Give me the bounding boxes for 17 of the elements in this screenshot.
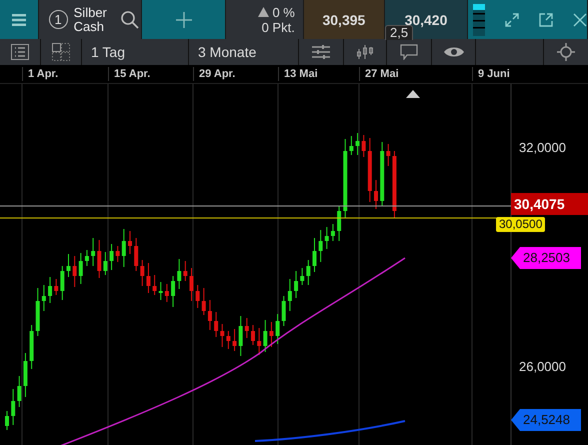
change-points: 0 Pkt. (262, 20, 295, 34)
price-axis-label: 32,0000 (519, 140, 566, 155)
instrument-number: 1 (48, 10, 68, 29)
date-label: 29 Apr. (193, 67, 236, 81)
price-tag: 24,5248 (511, 409, 581, 431)
price-tag: 30,0500 (496, 217, 546, 232)
spread-tooltip: 2,5 (385, 25, 414, 40)
price-tag: 30,4075 (511, 193, 588, 215)
date-label: 9 Juni (472, 67, 510, 81)
price-axis-label: 26,0000 (519, 359, 566, 374)
instrument-name: Silber Cash (74, 6, 108, 34)
date-label: 1 Apr. (22, 67, 58, 81)
price-tag: 28,2503 (511, 247, 581, 269)
date-label: 15 Apr. (108, 67, 150, 81)
date-label: 13 Mai (278, 67, 318, 81)
change-percent: 0 % (272, 4, 295, 20)
date-label: 27 Mai (359, 67, 399, 81)
